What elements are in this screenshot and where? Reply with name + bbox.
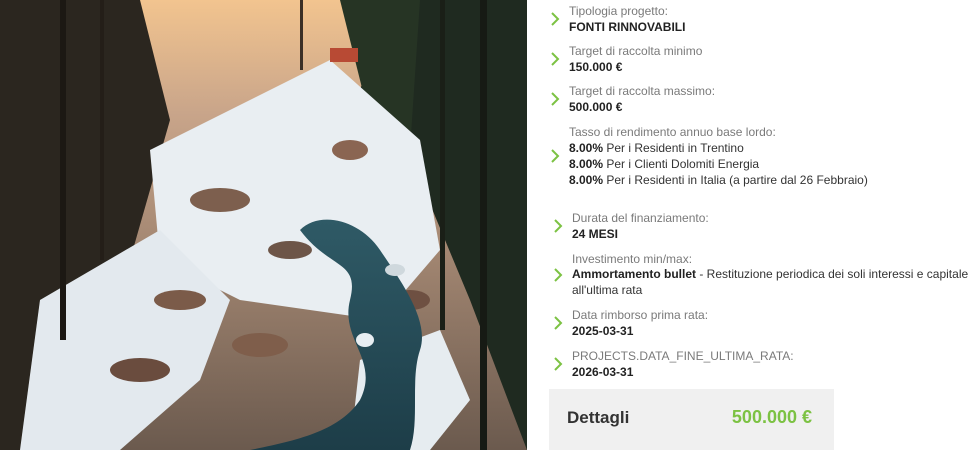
chevron-right-icon — [549, 91, 561, 107]
target-max-label: Target di raccolta massimo: — [569, 84, 716, 98]
investimento-value: Ammortamento bullet - Restituzione perio… — [572, 266, 980, 298]
durata-label: Durata del finanziamento: — [572, 211, 709, 225]
rate-line: 8.00% Per i Clienti Dolomiti Energia — [569, 157, 759, 171]
chevron-right-icon — [549, 11, 561, 27]
rate-value: 8.00% — [569, 173, 604, 187]
rate-value: 8.00% — [569, 141, 604, 155]
project-photo — [0, 0, 527, 450]
ultima-rata-value: 2026-03-31 — [572, 365, 634, 379]
chevron-right-icon — [549, 148, 561, 164]
target-min-value: 150.000 € — [569, 60, 623, 74]
chevron-right-icon — [552, 315, 564, 331]
chevron-right-icon — [552, 267, 564, 283]
rendimento-label: Tasso di rendimento annuo base lordo: — [569, 125, 776, 139]
chevron-right-icon — [549, 51, 561, 67]
rate-line: 8.00% Per i Residenti in Trentino — [569, 141, 744, 155]
rate-value: 8.00% — [569, 157, 604, 171]
details-amount: 500.000 € — [731, 407, 812, 427]
target-min-label: Target di raccolta minimo — [569, 44, 703, 58]
details-panel[interactable]: Dettagli 500.000 € — [549, 389, 834, 450]
details-label: Dettagli — [567, 408, 630, 427]
chevron-right-icon — [552, 356, 564, 372]
prima-rata-value: 2025-03-31 — [572, 324, 634, 338]
rate-line: 8.00% Per i Residenti in Italia (a parti… — [569, 173, 868, 187]
chevron-right-icon — [552, 218, 564, 234]
tipologia-label: Tipologia progetto: — [569, 4, 668, 18]
investimento-label: Investimento min/max: — [572, 252, 693, 266]
durata-value: 24 MESI — [572, 227, 619, 241]
tipologia-value: FONTI RINNOVABILI — [569, 20, 686, 34]
investimento-bold: Ammortamento bullet — [572, 267, 697, 281]
rate-text: Per i Residenti in Trentino — [603, 141, 744, 155]
prima-rata-label: Data rimborso prima rata: — [572, 308, 709, 322]
rate-text: Per i Clienti Dolomiti Energia — [603, 157, 760, 171]
project-info-list: Tipologia progetto: FONTI RINNOVABILI Ta… — [549, 0, 980, 450]
target-max-value: 500.000 € — [569, 100, 623, 114]
ultima-rata-label: PROJECTS.DATA_FINE_ULTIMA_RATA: — [572, 349, 794, 363]
rate-text: Per i Residenti in Italia (a partire dal… — [603, 173, 868, 187]
